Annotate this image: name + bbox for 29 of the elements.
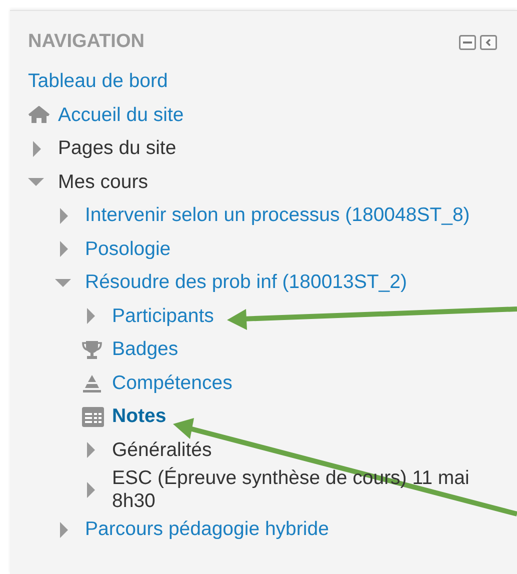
- expanded-icon[interactable]: [28, 177, 44, 188]
- nav-link[interactable]: Parcours pédagogie hybride: [85, 518, 329, 542]
- nav-link[interactable]: Tableau de bord: [28, 70, 168, 94]
- nav-link[interactable]: Compétences: [112, 372, 232, 395]
- home-icon: [28, 106, 50, 124]
- nav-item[interactable]: Pages du site: [58, 137, 176, 160]
- nav-link[interactable]: Accueil du site: [58, 104, 184, 127]
- collapsed-icon[interactable]: [86, 442, 96, 458]
- collapsed-icon[interactable]: [86, 482, 96, 498]
- trophy-icon: [82, 340, 102, 360]
- nav-link[interactable]: Intervenir selon un processus (180048ST_8): [85, 204, 470, 228]
- nav-item[interactable]: Généralités: [112, 438, 212, 462]
- collapsed-icon[interactable]: [59, 522, 69, 538]
- nav-link[interactable]: Participants: [112, 304, 214, 328]
- collapse-icon[interactable]: [480, 35, 497, 50]
- nav-link[interactable]: Résoudre des prob inf (180013ST_2): [85, 271, 407, 294]
- collapsed-icon[interactable]: [86, 308, 96, 324]
- collapsed-icon[interactable]: [59, 241, 69, 258]
- collapsed-icon[interactable]: [59, 208, 69, 224]
- nav-link[interactable]: Notes: [112, 405, 166, 428]
- nav-item[interactable]: Mes cours: [58, 170, 148, 194]
- nav-link[interactable]: Posologie: [85, 238, 171, 261]
- dock-icon[interactable]: [459, 35, 476, 50]
- nav-link[interactable]: Badges: [112, 338, 178, 362]
- block-title: NAVIGATION: [28, 30, 144, 54]
- expanded-icon[interactable]: [55, 278, 71, 288]
- pyramid-icon: [82, 373, 102, 394]
- table-icon: [82, 406, 104, 427]
- collapsed-icon[interactable]: [32, 140, 42, 157]
